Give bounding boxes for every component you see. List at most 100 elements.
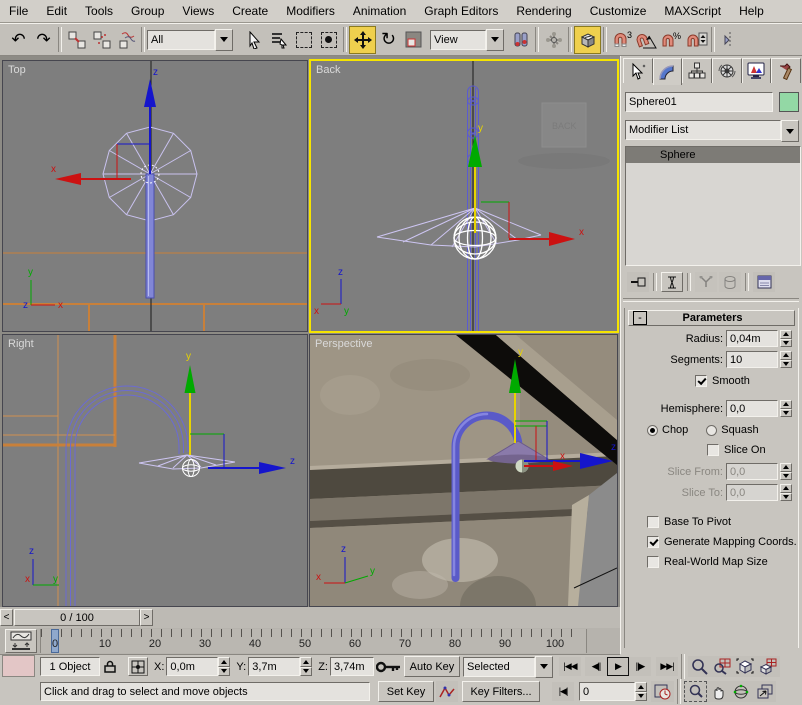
- stack-item-sphere[interactable]: Sphere: [626, 147, 800, 163]
- zoom-extents-all-button[interactable]: [757, 656, 780, 677]
- modifier-list-dropdown[interactable]: Modifier List: [625, 120, 799, 140]
- window-crossing-toggle-button[interactable]: [316, 27, 341, 53]
- make-unique-button[interactable]: [695, 272, 717, 292]
- menu-views[interactable]: Views: [173, 1, 223, 21]
- previous-frame-button[interactable]: ◀||: [585, 657, 607, 676]
- menu-animation[interactable]: Animation: [344, 1, 415, 21]
- real-world-map-size-checkbox[interactable]: [647, 556, 659, 568]
- use-pivot-point-center-button[interactable]: [508, 27, 533, 53]
- rectangular-selection-region-button[interactable]: [291, 27, 316, 53]
- tab-create[interactable]: [623, 58, 653, 83]
- smooth-checkbox[interactable]: [695, 375, 707, 387]
- selection-filter-dropdown[interactable]: All: [147, 30, 215, 50]
- frame-spinner[interactable]: [635, 682, 647, 701]
- tab-modify[interactable]: [653, 58, 683, 85]
- squash-radio[interactable]: [706, 425, 717, 436]
- hemisphere-field[interactable]: 0,0: [726, 400, 778, 417]
- object-name-field[interactable]: Sphere01: [625, 92, 773, 112]
- viewport-right-label[interactable]: Right: [8, 338, 34, 350]
- tab-hierarchy[interactable]: [682, 58, 712, 83]
- zoom-region-button[interactable]: [684, 681, 707, 702]
- radius-field[interactable]: 0,04m: [726, 330, 778, 347]
- select-and-link-button[interactable]: [64, 27, 89, 53]
- tab-motion[interactable]: [712, 58, 742, 83]
- reference-coord-system-dropdown[interactable]: View: [430, 30, 486, 50]
- time-slider[interactable]: 0 / 100: [14, 609, 140, 626]
- macro-recorder-swatch[interactable]: [2, 655, 35, 677]
- x-coord-spinner[interactable]: [218, 657, 230, 676]
- gizmo-z-axis[interactable]: z: [208, 456, 295, 474]
- radius-spinner[interactable]: [780, 330, 792, 347]
- slice-on-checkbox[interactable]: [707, 444, 719, 456]
- modifier-stack-list[interactable]: Sphere: [625, 146, 801, 266]
- viewport-top-label[interactable]: Top: [8, 64, 26, 76]
- tab-utilities[interactable]: [771, 58, 801, 83]
- zoom-button[interactable]: [688, 656, 711, 677]
- auto-key-button[interactable]: Auto Key: [404, 656, 460, 677]
- set-key-mode-button[interactable]: [436, 681, 458, 702]
- menu-edit[interactable]: Edit: [37, 1, 76, 21]
- set-key-button[interactable]: Set Key: [378, 681, 434, 702]
- viewport-back-label[interactable]: Back: [316, 64, 340, 76]
- go-to-start-button[interactable]: |◀◀: [559, 657, 581, 676]
- z-coord-field[interactable]: 3,74m: [330, 657, 374, 676]
- select-object-button[interactable]: [241, 27, 266, 53]
- redo-button[interactable]: ↷: [31, 27, 56, 53]
- current-frame-field[interactable]: 0: [579, 682, 635, 701]
- menu-modifiers[interactable]: Modifiers: [277, 1, 344, 21]
- arc-rotate-button[interactable]: [730, 681, 753, 702]
- segments-spinner[interactable]: [780, 351, 792, 368]
- modifier-list-arrow[interactable]: [781, 120, 799, 142]
- selection-lock-toggle[interactable]: [100, 654, 120, 680]
- undo-button[interactable]: ↶: [6, 27, 31, 53]
- viewport-perspective-label[interactable]: Perspective: [315, 338, 372, 350]
- remove-modifier-button[interactable]: [719, 272, 741, 292]
- generate-mapping-coords-checkbox[interactable]: [647, 536, 659, 548]
- menu-help[interactable]: Help: [730, 1, 773, 21]
- viewport-perspective[interactable]: y z x z: [309, 334, 618, 607]
- select-and-move-button[interactable]: [349, 26, 376, 54]
- spinner-snap-button[interactable]: [684, 27, 709, 53]
- show-end-result-button[interactable]: [661, 272, 683, 292]
- anim-mode-arrow[interactable]: [535, 656, 553, 678]
- y-coord-field[interactable]: 3,7m: [248, 657, 300, 676]
- select-and-scale-button[interactable]: [401, 27, 426, 53]
- menu-tools[interactable]: Tools: [76, 1, 122, 21]
- viewport-top[interactable]: z x y z x Top: [2, 60, 308, 332]
- y-coord-spinner[interactable]: [300, 657, 312, 676]
- trackbar-ruler[interactable]: 0102030405060708090100: [40, 629, 587, 653]
- zoom-extents-button[interactable]: [734, 656, 757, 677]
- menu-rendering[interactable]: Rendering: [507, 1, 580, 21]
- select-by-name-button[interactable]: [266, 27, 291, 53]
- angle-snap-button[interactable]: [634, 27, 659, 53]
- menu-file[interactable]: File: [0, 1, 37, 21]
- viewport-right[interactable]: y z z x y Right: [2, 334, 308, 607]
- key-mode-toggle-button[interactable]: |◀|: [552, 682, 574, 701]
- pan-button[interactable]: [707, 681, 730, 702]
- viewport-back[interactable]: BACK: [310, 60, 618, 332]
- tab-display[interactable]: [742, 58, 772, 83]
- absolute-offset-toggle[interactable]: [128, 657, 148, 676]
- parameters-rollout-header[interactable]: - Parameters: [628, 310, 795, 326]
- maximize-viewport-toggle-button[interactable]: [753, 681, 776, 702]
- hemisphere-spinner[interactable]: [780, 400, 792, 417]
- mirror-button[interactable]: [717, 27, 742, 53]
- chop-radio[interactable]: [647, 425, 658, 436]
- x-coord-field[interactable]: 0,0m: [166, 657, 218, 676]
- menu-create[interactable]: Create: [223, 1, 277, 21]
- select-and-rotate-button[interactable]: ↻: [376, 27, 401, 53]
- segments-field[interactable]: 10: [726, 351, 778, 368]
- gizmo-y-axis[interactable]: y: [185, 351, 196, 455]
- open-mini-curve-editor-button[interactable]: [5, 629, 37, 653]
- select-and-manipulate-button[interactable]: [541, 27, 566, 53]
- base-to-pivot-checkbox[interactable]: [647, 516, 659, 528]
- menu-maxscript[interactable]: MAXScript: [655, 1, 730, 21]
- time-slider-next-button[interactable]: >: [140, 609, 153, 626]
- unlink-selection-button[interactable]: [89, 27, 114, 53]
- object-color-swatch[interactable]: [779, 92, 799, 112]
- time-slider-prev-button[interactable]: <: [0, 609, 13, 626]
- set-keys-button[interactable]: [374, 656, 404, 678]
- go-to-end-button[interactable]: ▶▶|: [656, 657, 678, 676]
- snap-3d-button[interactable]: 3: [609, 27, 634, 53]
- zoom-all-button[interactable]: [711, 656, 734, 677]
